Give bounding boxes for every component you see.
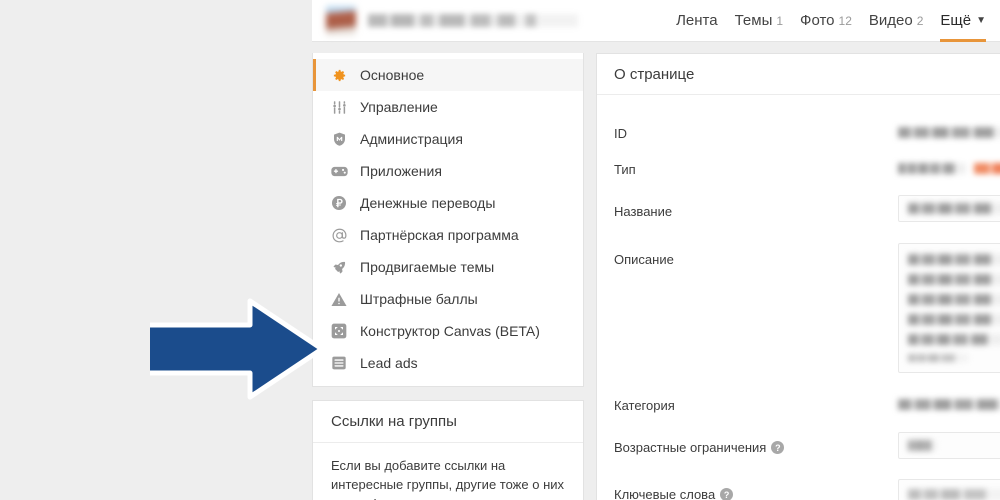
sidebar-item-label: Конструктор Canvas (BETA) [360, 323, 540, 339]
field-value-description[interactable] [898, 243, 1000, 373]
groups-links-title: Ссылки на группы [313, 401, 583, 443]
warning-icon [330, 290, 348, 308]
sidebar-item-prilozheniya[interactable]: Приложения [313, 155, 583, 187]
sidebar-item-label: Администрация [360, 131, 463, 147]
sidebar-item-label: Партнёрская программа [360, 227, 519, 243]
field-label-text: Категория [614, 398, 675, 413]
field-label-text: Тип [614, 162, 636, 177]
field-label-description: Описание [614, 252, 674, 267]
field-row-id: ID [614, 113, 1000, 149]
sidebar-item-label: Продвигаемые темы [360, 259, 495, 275]
sidebar-menu: Основное Управление Администрация Прилож… [312, 53, 584, 387]
help-icon[interactable]: ? [771, 441, 785, 454]
field-label-type: Тип [614, 162, 636, 177]
tab-foto-label: Фото [800, 12, 835, 29]
sidebar-item-label: Lead ads [360, 355, 418, 371]
sliders-icon [330, 98, 348, 116]
sidebar-item-administraciya[interactable]: Администрация [313, 123, 583, 155]
sidebar-item-denezhnye-perevody[interactable]: Денежные переводы [313, 187, 583, 219]
tab-temy-count: 1 [776, 13, 784, 28]
field-value-type[interactable] [898, 163, 1000, 174]
field-row-type: Тип [614, 149, 1000, 191]
page-avatar-thumbnail-icon[interactable] [326, 5, 356, 36]
groups-links-card: Ссылки на группы Если вы добавите ссылки… [312, 400, 584, 500]
field-value-category [898, 399, 1000, 410]
tab-video-label: Видео [868, 12, 913, 29]
page-root: Недвижимость в Ярославле и ... Лента Тем… [0, 0, 1000, 500]
field-label-text: Название [614, 204, 673, 219]
tab-temy[interactable]: Темы 1 [735, 0, 783, 42]
field-row-category: Категория [614, 390, 1000, 432]
field-label-category: Категория [614, 398, 675, 413]
tab-foto[interactable]: Фото 12 [800, 0, 852, 42]
field-value-id [898, 127, 1000, 138]
field-row-description: Описание [614, 238, 1000, 390]
field-value-age-limit[interactable] [898, 432, 1000, 459]
about-page-card: О странице ID Тип Название Описание Кате… [596, 53, 1000, 500]
groups-links-text: Если вы добавите ссылки на интересные гр… [331, 458, 565, 500]
age-limit-input[interactable] [898, 432, 1000, 459]
sidebar-item-prodvigaemye-temy[interactable]: Продвигаемые темы [313, 251, 583, 283]
sidebar-item-label: Приложения [360, 163, 442, 179]
blue-arrow-pointing-right-icon [150, 296, 325, 402]
sidebar-item-label: Основное [360, 67, 425, 83]
sidebar-item-upravlenie[interactable]: Управление [313, 91, 583, 123]
sidebar-item-partnerskaya-programma[interactable]: Партнёрская программа [313, 219, 583, 251]
canvas-icon [330, 322, 348, 340]
shield-icon [330, 130, 348, 148]
field-label-keywords: Ключевые слова ? [614, 487, 734, 500]
field-label-name: Название [614, 204, 672, 219]
tab-lenta-label: Лента [676, 12, 718, 29]
sidebar-item-label: Управление [360, 99, 438, 115]
field-row-name: Название [614, 191, 1000, 238]
field-value-name[interactable] [898, 195, 1000, 222]
gear-icon [330, 66, 348, 84]
field-label-text: ID [614, 126, 627, 141]
rocket-icon [330, 258, 348, 276]
tab-video[interactable]: Видео 2 [869, 0, 924, 42]
field-label-text: Возрастные ограничения [614, 440, 767, 455]
about-page-title: О странице [597, 54, 1000, 95]
left-gutter [0, 0, 312, 500]
tab-more-label: Ещё [940, 12, 972, 29]
sidebar-item-shtrafnye-bally[interactable]: Штрафные баллы [313, 283, 583, 315]
about-page-form: ID Тип Название Описание Категория Возра… [597, 95, 1000, 500]
field-row-age-limit: Возрастные ограничения ? [614, 432, 1000, 479]
tab-temy-label: Темы [734, 12, 773, 29]
tab-video-count: 2 [916, 13, 924, 28]
name-input[interactable] [898, 195, 1000, 222]
field-value-keywords[interactable] [898, 479, 1000, 500]
sidebar-item-lead-ads[interactable]: Lead ads [313, 347, 583, 379]
field-label-text: Описание [614, 252, 674, 267]
tab-more[interactable]: Ещё ▼ [940, 0, 986, 42]
gamepad-icon [330, 162, 348, 180]
tab-lenta[interactable]: Лента [676, 0, 718, 42]
at-icon [330, 226, 348, 244]
field-label-id: ID [614, 126, 627, 141]
description-textarea[interactable] [898, 243, 1000, 373]
page-header: Недвижимость в Ярославле и ... Лента Тем… [312, 0, 1000, 42]
field-label-age-limit: Возрастные ограничения ? [614, 440, 785, 455]
field-row-keywords: Ключевые слова ? [614, 479, 1000, 500]
sidebar-item-label: Штрафные баллы [360, 291, 478, 307]
sidebar-item-konstruktor-canvas[interactable]: Конструктор Canvas (BETA) [313, 315, 583, 347]
ruble-icon [330, 194, 348, 212]
header-nav-tabs: Лента Темы 1 Фото 12 Видео 2 Ещё ▼ [676, 0, 1000, 42]
field-label-text: Ключевые слова [614, 487, 716, 500]
help-icon[interactable]: ? [720, 488, 734, 500]
list-icon [330, 354, 348, 372]
keywords-input[interactable] [898, 479, 1000, 500]
tab-foto-count: 12 [838, 13, 852, 28]
sidebar-item-osnovnoe[interactable]: Основное [313, 59, 583, 91]
page-title: Недвижимость в Ярославле и ... [368, 14, 578, 27]
sidebar-item-label: Денежные переводы [360, 195, 496, 211]
chevron-down-icon: ▼ [976, 15, 986, 26]
